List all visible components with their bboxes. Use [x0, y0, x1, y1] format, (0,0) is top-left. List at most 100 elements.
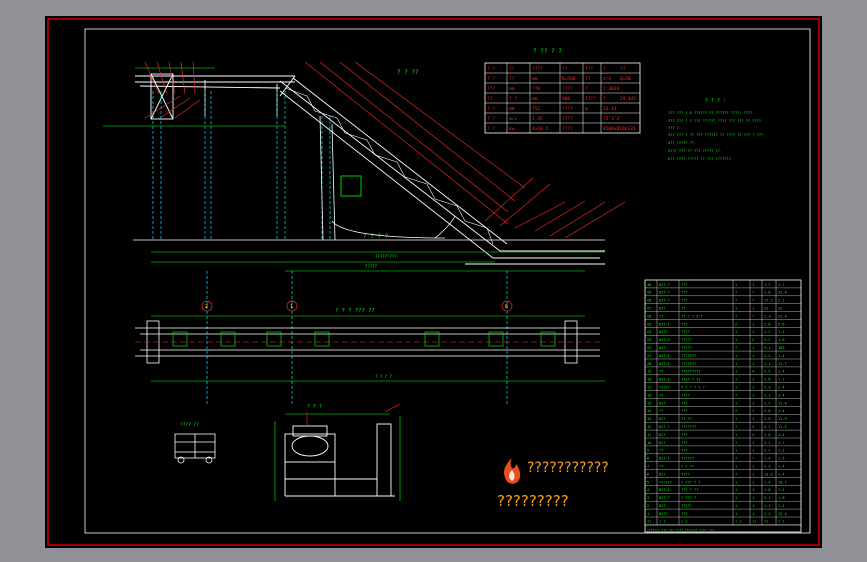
bom-cell: ?	[752, 457, 754, 461]
bom-cell: 1	[752, 480, 754, 484]
bom-cell: 1	[735, 386, 737, 390]
bom-cell: ?	[735, 425, 737, 429]
bom-cell: ? ?	[735, 520, 742, 524]
note-line-7: 6?? ???? ????? ?? ??? ???????.	[668, 157, 733, 161]
bom-cell: 4	[647, 488, 649, 492]
bom-cell: 22	[778, 307, 782, 311]
bom-cell: ??	[659, 465, 663, 469]
bom-cell: ??? ? ??	[681, 488, 698, 492]
bom-cell: ?????	[681, 338, 692, 342]
notes-title: ? ? ? :	[705, 98, 726, 104]
bom-cell: 1	[735, 504, 737, 508]
param-cell: ??8	[532, 86, 540, 92]
cad-viewport[interactable]: { "colors":{"frame":"#ff0000","struct":"…	[0, 0, 867, 562]
bom-cell: 1.1	[764, 362, 771, 366]
bom-cell: ?? ? ? 5-?	[681, 314, 703, 318]
bom-cell: ?	[735, 314, 737, 318]
bom-cell: ??	[659, 314, 663, 318]
param-cell: kw	[509, 126, 515, 132]
param-cell: ??	[509, 66, 515, 72]
bom-cell: 17	[647, 386, 651, 390]
bom-cell: 11	[647, 433, 651, 437]
param-cell: 1:3034	[603, 86, 620, 92]
bom-cell: 1	[735, 330, 737, 334]
bom-cell: ???	[681, 401, 688, 405]
param-cell: ? ?	[509, 96, 517, 102]
bom-cell: ???	[681, 433, 688, 437]
bom-cell: ?	[735, 457, 737, 461]
section-view: ? ? ?	[274, 403, 401, 501]
param-cell: 33.14	[603, 106, 617, 112]
param-cell: mm	[509, 107, 515, 112]
param-cell: ??	[562, 66, 568, 72]
bom-cell: 1.8	[764, 488, 771, 492]
bom-cell: 1.8	[764, 291, 771, 295]
bom-cell: 3	[647, 496, 649, 500]
detail-title: ???? ??	[180, 422, 199, 428]
param-cell: B=500	[562, 76, 576, 82]
param-cell: ? ?	[487, 66, 495, 72]
bom-cell: DJ?-?	[659, 425, 670, 429]
bom-cell: ?	[752, 299, 754, 303]
param-cell: ??	[487, 96, 493, 102]
param-cell: ???	[487, 86, 495, 92]
bom-cell: 8	[647, 457, 649, 461]
bom-cell: 103	[778, 346, 785, 350]
drawing-sheet: ? ? ? ? ? ? ?? ????? ????????? ? ?? ? ? …	[45, 16, 822, 548]
bom-cell: DJ?-?	[659, 291, 670, 295]
bom-cell: 2.8	[764, 322, 771, 326]
bom-cell: 30	[647, 283, 651, 287]
bom-cell: 2.3	[764, 465, 771, 469]
bom-cell: 4	[752, 425, 754, 429]
note-line-3: ??? ?.	[668, 126, 681, 130]
bom-cell: 20	[647, 362, 651, 366]
bom-cell: DJ?-1	[659, 378, 670, 382]
bom-cell: ? ?	[659, 520, 666, 524]
svg-text:2: 2	[205, 304, 208, 310]
param-cell: 1.45	[532, 116, 543, 122]
param-cell: ????	[562, 116, 573, 122]
bom-cell: 2.8	[764, 409, 771, 413]
bom-cell: 13	[647, 417, 651, 421]
param-table-title: ? ?? ? ?	[533, 48, 562, 55]
param-cell: m/s	[509, 116, 517, 122]
bom-cell: 17.2	[764, 299, 773, 303]
bom-cell: DJ?-2	[659, 338, 670, 342]
bom-cell: DJ?-1	[659, 457, 670, 461]
bom-cell: DJ?	[659, 417, 666, 421]
bom-cell: 1	[735, 401, 737, 405]
param-cell: ?	[603, 66, 606, 72]
bom-cell: ??????	[681, 457, 694, 461]
bom-cell: DJ?-?	[659, 496, 670, 500]
param-cell: 900	[562, 96, 570, 102]
bom-cell: 1	[752, 346, 754, 350]
bom-cell: 1	[752, 409, 754, 413]
bom-cell: 2	[647, 504, 649, 508]
bom-cell: 1	[735, 496, 737, 500]
bom-cell: 1.5	[764, 417, 771, 421]
param-cell: ? ?	[487, 116, 495, 122]
note-line-5: 4?? ????? ??.	[668, 141, 696, 145]
param-cell: ????	[562, 126, 573, 132]
bom-cell: 15	[647, 401, 651, 405]
note-line-2: 2?? ??? ? ? ??? ?????? ???? ??? ??? ?? ?…	[668, 119, 761, 123]
bom-cell: 13.2	[764, 472, 773, 476]
bom-cell: ??	[752, 520, 756, 524]
bom-cell: ??	[659, 370, 663, 374]
bom-cell: DJ??	[659, 330, 668, 334]
param-cell: mm	[532, 77, 538, 82]
bom-cell: 1	[735, 512, 737, 516]
bom-cell: 4.1	[764, 425, 771, 429]
bom-cell: 1.2	[778, 449, 785, 453]
bom-cell: ???	[681, 441, 688, 445]
bom-cell: 26	[647, 314, 651, 318]
bom-cell: 1	[735, 449, 737, 453]
bom-cell: 22	[647, 346, 651, 350]
param-cell: mm	[509, 87, 515, 92]
bom-cell: ???	[681, 409, 688, 413]
bom-cell: 1	[735, 307, 737, 311]
detail-view: ???? ??	[174, 422, 216, 464]
bom-cell: ?	[735, 291, 737, 295]
bom-cell: 1.4	[764, 457, 771, 461]
bom-cell: 1	[752, 307, 754, 311]
